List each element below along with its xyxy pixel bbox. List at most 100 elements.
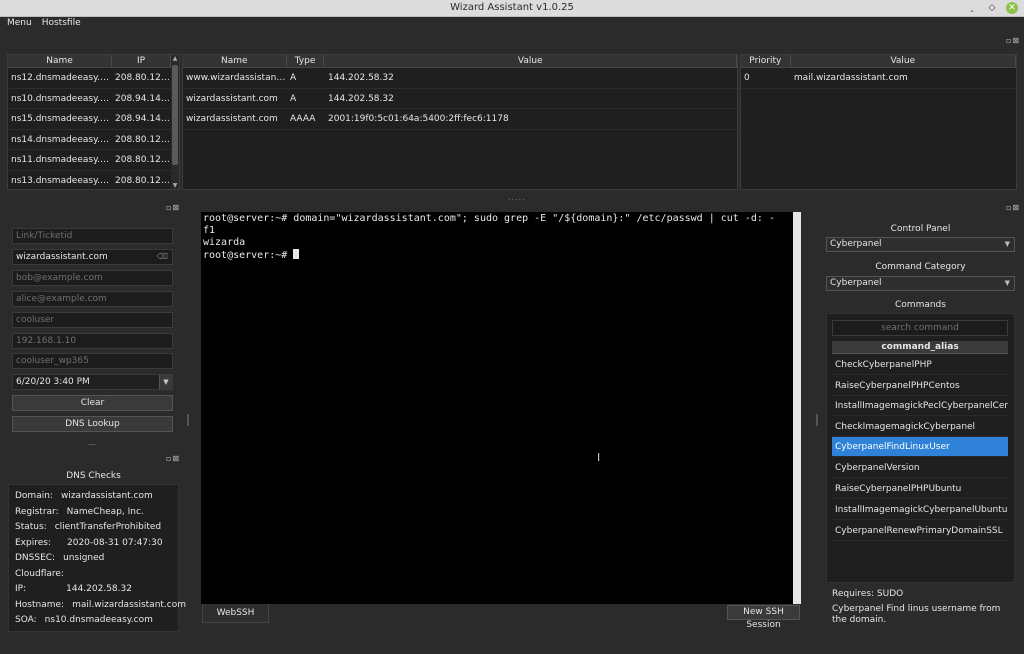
dns-lookup-button[interactable]: DNS Lookup (12, 416, 173, 432)
splitter-handle[interactable] (187, 414, 189, 426)
table-row[interactable]: 0 mail.wizardassistant.com (741, 68, 1016, 89)
email-to-input[interactable]: alice@example.com (12, 291, 173, 307)
dns-check-dnssec: DNSSEC: unsigned (15, 553, 105, 563)
chevron-down-icon: ▼ (1004, 279, 1010, 287)
terminal-line: wizarda (203, 237, 246, 248)
column-header-name[interactable]: Name (8, 55, 112, 67)
table-row[interactable]: ns11.dnsmadeeasy.com 208.80.124.4 (8, 150, 179, 171)
table-row[interactable]: ns13.dnsmadeeasy.com 208.80.125.4 (8, 171, 179, 190)
control-panel-label: Control Panel (890, 224, 951, 234)
terminal-scrollbar[interactable] (793, 212, 801, 604)
cell-name: wizardassistant.com (186, 114, 278, 124)
dock-float-close-icon[interactable]: ▫⊠ (1006, 36, 1020, 45)
cell-name: ns11.dnsmadeeasy.com (11, 155, 112, 165)
dns-check-hostname: Hostname: mail.wizardassistant.com (15, 599, 187, 610)
table-row[interactable]: ns12.dnsmadeeasy.com 208.80.126.4 (8, 68, 179, 89)
link-ticketid-input[interactable]: Link/Ticketid (12, 228, 173, 244)
cell-name: ns10.dnsmadeeasy.com (11, 93, 112, 104)
tab-webssh[interactable]: WebSSH (202, 604, 269, 623)
dns-check-domain: Domain: wizardassistant.com (15, 491, 153, 501)
dns-check-registrar: Registrar: NameCheap, Inc. (15, 506, 144, 517)
window-title: Wizard Assistant v1.0.25 (450, 2, 574, 13)
table-row[interactable]: ns15.dnsmadeeasy.com 208.94.149.4 (8, 109, 179, 130)
column-header-command-alias[interactable]: command_alias (832, 341, 1008, 354)
cell-ip: 208.80.124.4 (115, 155, 172, 165)
menu-item-menu[interactable]: Menu (7, 18, 32, 32)
cell-name: ns15.dnsmadeeasy.com (11, 114, 112, 124)
dock-float-close-icon[interactable]: ▫⊠ (1006, 203, 1020, 212)
dns-check-soa: SOA: ns10.dnsmadeeasy.com (15, 615, 153, 625)
username-input[interactable]: cooluser (12, 312, 173, 328)
search-command-input[interactable]: search command (832, 320, 1008, 336)
column-header-priority[interactable]: Priority (741, 55, 791, 67)
cell-value: mail.wizardassistant.com (793, 73, 908, 83)
list-item[interactable]: CyberpanelRenewPrimaryDomainSSL (832, 521, 1008, 541)
table-row[interactable]: wizardassistant.com A 144.202.58.32 (183, 89, 737, 109)
close-icon[interactable]: ✕ (1006, 2, 1018, 14)
cell-ip: 208.94.148.4 (115, 93, 172, 104)
cell-ip: 208.80.126.4 (115, 73, 172, 83)
column-header-name[interactable]: Name (183, 55, 287, 67)
chevron-down-icon[interactable]: ▼ (159, 375, 172, 389)
dns-check-cloudflare: Cloudflare: (15, 568, 64, 579)
scrollbar-thumb[interactable] (172, 65, 178, 165)
dns-checks-panel: Domain: wizardassistant.com Registrar: Nam… (8, 484, 186, 632)
cell-type: A (290, 93, 297, 104)
ip-input[interactable]: 192.168.1.10 (12, 333, 173, 349)
table-row[interactable]: ns14.dnsmadeeasy.com 208.80.127.4 (8, 130, 179, 150)
terminal-line: root@server:~# domain="wizardassistant.c… (203, 213, 775, 224)
scroll-up-icon[interactable]: ▲ (171, 55, 179, 62)
list-item[interactable]: InstallImagemagickPeclCyberpanelCentos (832, 396, 1008, 416)
table-row[interactable]: www.wizardassistant.… A 144.202.58.32 (183, 68, 737, 89)
dock-float-close-icon[interactable]: ▫⊠ (166, 203, 180, 212)
ssh-terminal[interactable]: root@server:~# domain="wizardassistant.c… (201, 212, 801, 604)
terminal-line: root@server:~# (203, 250, 294, 261)
command-category-value: Cyberpanel (830, 278, 882, 288)
column-header-value[interactable]: Value (324, 55, 737, 67)
vertical-scrollbar[interactable]: ▲ ▼ (171, 55, 179, 189)
column-header-value[interactable]: Value (791, 55, 1016, 67)
new-ssh-session-button[interactable]: New SSH Session (727, 605, 800, 630)
scroll-down-icon[interactable]: ▼ (171, 182, 179, 189)
requires-label: Requires: SUDO (832, 589, 904, 599)
dock-float-close-icon[interactable]: ▫⊠ (166, 454, 180, 463)
dns-check-expires: Expires: 2020-08-31 07:47:30 (15, 537, 163, 548)
list-item[interactable]: InstallImagemagickCyberpanelUbuntu (832, 500, 1008, 520)
menu-item-hostsfile[interactable]: Hostsfile (42, 18, 81, 32)
dns-check-status: Status: clientTransferProhibited (15, 522, 162, 532)
control-panel-select[interactable]: Cyberpanel ▼ (826, 237, 1015, 252)
chevron-down-icon: ▼ (1004, 240, 1010, 248)
command-description: Cyberpanel Find linus username from the … (832, 604, 1001, 625)
cell-type: A (290, 73, 297, 83)
list-item[interactable]: RaiseCyberpanelPHPUbuntu (832, 479, 1008, 499)
list-item[interactable]: CyberpanelVersion (832, 458, 1008, 478)
dns-records-table: Name Type Value www.wizardassistant.… A 14… (182, 54, 738, 190)
database-input[interactable]: cooluser_wp365 (12, 353, 173, 369)
table-row[interactable]: ns10.dnsmadeeasy.com 208.94.148.4 (8, 89, 179, 109)
command-category-select[interactable]: Cyberpanel ▼ (826, 276, 1015, 291)
cell-name: wizardassistant.com (186, 93, 278, 104)
column-header-ip[interactable]: IP (112, 55, 171, 67)
minimize-icon[interactable]: ‸ (966, 2, 978, 14)
splitter-handle[interactable]: — (88, 440, 97, 449)
cell-type: AAAA (290, 114, 316, 124)
menu-bar: Menu Hostsfile (0, 17, 1024, 32)
clear-button[interactable]: Clear (12, 395, 173, 411)
list-item[interactable]: RaiseCyberpanelPHPCentos (832, 376, 1008, 396)
text-cursor-icon: I (597, 451, 601, 464)
cell-name: ns14.dnsmadeeasy.com (11, 134, 112, 145)
maximize-icon[interactable]: ◇ (986, 2, 998, 14)
cell-value: 144.202.58.32 (328, 73, 394, 83)
table-row[interactable]: wizardassistant.com AAAA 2001:19f0:5c01:64… (183, 109, 737, 130)
datetime-input[interactable]: 6/20/20 3:40 PM ▼ (12, 374, 173, 390)
list-item[interactable]: CheckCyberpanelPHP (832, 355, 1008, 375)
clear-field-icon[interactable]: ⌫ (157, 250, 168, 264)
splitter-handle[interactable] (816, 414, 818, 426)
domain-input[interactable]: wizardassistant.com ⌫ (12, 249, 173, 265)
email-from-input[interactable]: bob@example.com (12, 270, 173, 286)
list-item[interactable]: CheckImagemagickCyberpanel (832, 417, 1008, 437)
splitter-handle[interactable]: ..... (508, 193, 526, 202)
column-header-type[interactable]: Type (287, 55, 325, 67)
terminal-cursor (293, 249, 300, 259)
list-item-selected[interactable]: CyberpanelFindLinuxUser (832, 437, 1008, 457)
